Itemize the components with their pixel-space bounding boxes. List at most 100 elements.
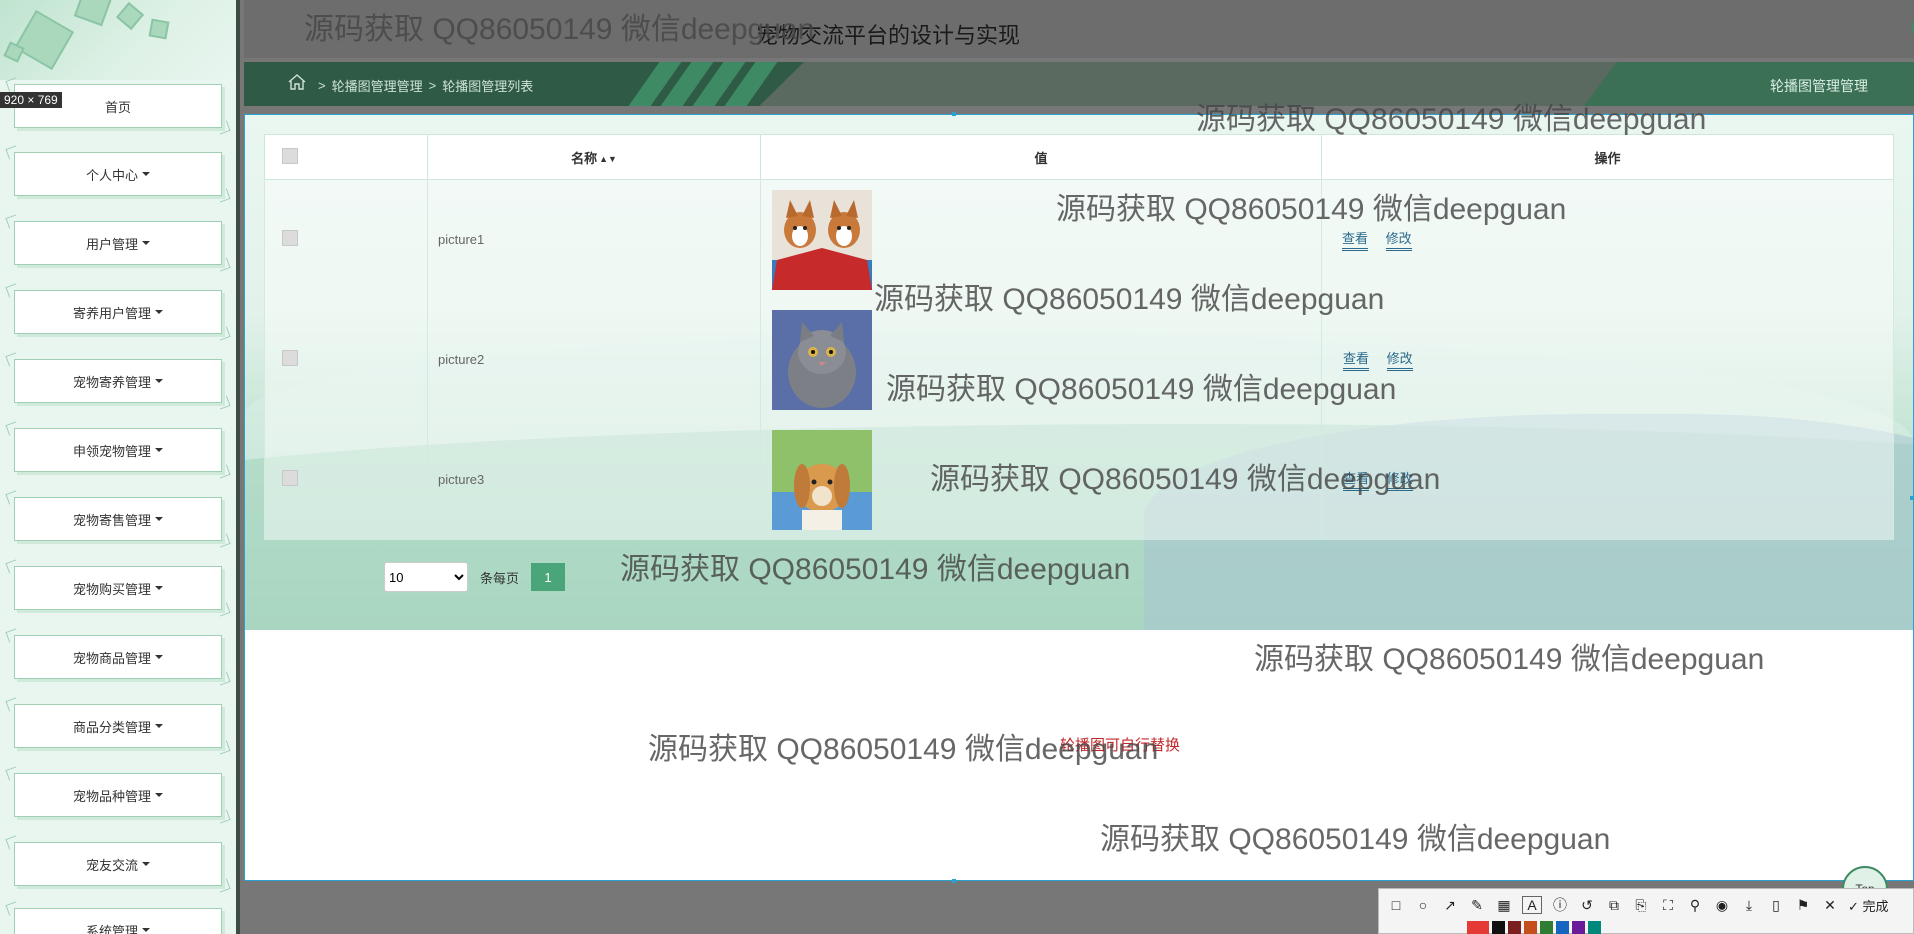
- edit-link[interactable]: 修改: [1385, 228, 1412, 252]
- sidebar-item-pet-friend-exchange[interactable]: 宠友交流: [14, 842, 222, 886]
- caret-down-icon: [155, 724, 163, 728]
- value-cell: [760, 419, 1322, 540]
- value-column-header: 值: [760, 134, 1322, 180]
- sidebar-item-pet-consignment-management[interactable]: 宠物寄售管理: [14, 497, 222, 541]
- operation-cell: 查看 修改: [1321, 179, 1894, 300]
- caret-down-icon: [155, 517, 163, 521]
- page-button[interactable]: 1: [531, 563, 566, 591]
- breadcrumb-separator: >: [428, 78, 437, 93]
- rabbit-image: [772, 429, 872, 530]
- bookmark-icon[interactable]: ⚑: [1794, 897, 1812, 914]
- text-tool-icon[interactable]: A: [1522, 896, 1542, 914]
- download-icon[interactable]: ⤓: [1740, 897, 1758, 914]
- table-row: picture1 查看 修改: [264, 179, 1894, 300]
- view-link[interactable]: 查看: [1343, 348, 1370, 371]
- record-icon[interactable]: ◉: [1713, 897, 1731, 914]
- sidebar-item-pet-foster-management[interactable]: 宠物寄养管理: [14, 359, 222, 403]
- sidebar-item-label: 宠友交流: [85, 857, 138, 873]
- table-row: picture3 查看 修改: [264, 419, 1894, 540]
- caret-down-icon: [155, 586, 163, 590]
- sidebar-item-label: 用户管理: [85, 236, 138, 252]
- sidebar-item-pet-purchase-management[interactable]: 宠物购买管理: [14, 566, 222, 610]
- edit-link[interactable]: 修改: [1386, 348, 1413, 371]
- selection-handle[interactable]: [952, 879, 956, 883]
- name-cell: picture2: [427, 299, 761, 420]
- operation-cell: 查看 修改: [1321, 299, 1894, 420]
- sidebar-item-foster-user-management[interactable]: 寄养用户管理: [14, 290, 222, 334]
- caret-down-icon: [155, 655, 163, 659]
- edit-link[interactable]: 修改: [1386, 468, 1413, 491]
- main-content: 名称 ▲▼ 值 操作 picture1 查看 修改 picture2 查看 修改…: [244, 114, 1914, 630]
- sidebar-item-user-management[interactable]: 用户管理: [14, 221, 222, 265]
- sidebar: 首页 个人中心 用户管理 寄养用户管理 宠物寄养管理 申领宠物管理 宠物寄售管理…: [0, 0, 240, 934]
- arrow-tool-icon[interactable]: ↗: [1441, 897, 1459, 914]
- caret-down-icon: [155, 310, 163, 314]
- crop-icon[interactable]: ⧉: [1605, 897, 1623, 914]
- breadcrumb-separator: >: [318, 78, 326, 93]
- sidebar-item-personal-center[interactable]: 个人中心: [14, 152, 222, 196]
- sidebar-item-label: 宠物商品管理: [72, 650, 151, 666]
- sidebar-item-label: 宠物品种管理: [72, 788, 151, 804]
- view-link[interactable]: 查看: [1343, 468, 1370, 491]
- sidebar-item-goods-category-management[interactable]: 商品分类管理: [14, 704, 222, 748]
- caret-down-icon: [142, 862, 150, 866]
- pin-icon[interactable]: ⚲: [1686, 897, 1704, 914]
- sidebar-item-pet-goods-management[interactable]: 宠物商品管理: [14, 635, 222, 679]
- done-button[interactable]: ✓ 完成: [1848, 896, 1889, 915]
- value-cell: [760, 179, 1322, 300]
- color-swatch[interactable]: [1588, 921, 1601, 934]
- breadcrumb-item[interactable]: 轮播图管理管理: [332, 76, 423, 95]
- color-swatch[interactable]: [1572, 921, 1585, 934]
- caret-down-icon: [142, 928, 150, 932]
- sort-icon[interactable]: ▲▼: [599, 154, 617, 164]
- page-heading-tag: 轮播图管理管理: [1584, 62, 1914, 106]
- color-swatch[interactable]: [1508, 921, 1521, 934]
- checkbox-cell: [264, 419, 428, 540]
- color-swatch[interactable]: [1524, 921, 1537, 934]
- color-swatch[interactable]: [1492, 921, 1505, 934]
- selection-handle[interactable]: [1910, 496, 1914, 500]
- sidebar-item-label: 寄养用户管理: [72, 305, 151, 321]
- color-swatch[interactable]: [1540, 921, 1553, 934]
- row-checkbox[interactable]: [282, 350, 298, 366]
- breadcrumb-item[interactable]: 轮播图管理列表: [442, 76, 533, 95]
- name-column-header[interactable]: 名称 ▲▼: [427, 134, 761, 180]
- select-all-checkbox[interactable]: [282, 147, 298, 164]
- gray-cat-image: [772, 309, 872, 410]
- copy-icon[interactable]: ⎘: [1632, 897, 1650, 914]
- scan-icon[interactable]: ⛶: [1659, 897, 1677, 914]
- table-row: picture2 查看 修改: [264, 299, 1894, 420]
- mosaic-tool-icon[interactable]: ▦: [1495, 897, 1513, 914]
- undo-icon[interactable]: ↺: [1578, 897, 1596, 914]
- number-tool-icon[interactable]: ⓘ: [1551, 895, 1569, 915]
- selection-handle[interactable]: [952, 112, 956, 116]
- view-link[interactable]: 查看: [1342, 228, 1369, 252]
- sidebar-item-label: 宠物购买管理: [72, 581, 151, 597]
- column-label: 值: [1034, 150, 1048, 166]
- dimension-badge: 920 × 769: [0, 92, 62, 108]
- ellipse-tool-icon[interactable]: ○: [1414, 897, 1432, 913]
- rectangle-tool-icon[interactable]: □: [1387, 897, 1405, 913]
- save-icon[interactable]: ▯: [1767, 897, 1785, 914]
- sidebar-item-pet-breed-management[interactable]: 宠物品种管理: [14, 773, 222, 817]
- corgi-dogs-image: [772, 189, 872, 290]
- row-checkbox[interactable]: [282, 230, 298, 247]
- pagination: 10 条每页 1: [384, 562, 566, 592]
- pen-tool-icon[interactable]: ✎: [1468, 897, 1486, 914]
- sidebar-item-system-management[interactable]: 系统管理: [14, 908, 222, 934]
- checkbox-cell: [264, 179, 428, 300]
- row-checkbox[interactable]: [282, 470, 298, 486]
- sidebar-item-label: 申领宠物管理: [72, 443, 151, 459]
- close-icon[interactable]: ✕: [1821, 897, 1839, 914]
- color-swatch[interactable]: [1556, 921, 1569, 934]
- operation-cell: 查看 修改: [1321, 419, 1894, 540]
- carousel-hint-text: 轮播图可自行替换: [1060, 737, 1181, 754]
- color-swatch[interactable]: [1467, 921, 1489, 934]
- select-all-header: [264, 134, 428, 180]
- page-size-select[interactable]: 10: [384, 562, 468, 592]
- home-icon[interactable]: [288, 74, 306, 90]
- sidebar-item-pet-claim-management[interactable]: 申领宠物管理: [14, 428, 222, 472]
- page-heading: 轮播图管理管理: [1770, 78, 1868, 94]
- name-cell: picture1: [427, 179, 761, 300]
- site-title: 宠物交流平台的设计与实现: [756, 23, 1021, 48]
